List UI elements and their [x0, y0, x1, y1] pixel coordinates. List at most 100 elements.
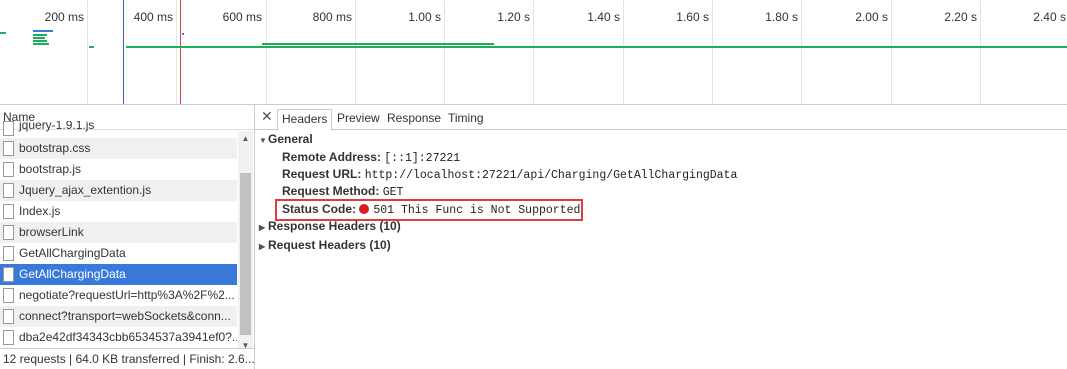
file-icon: [3, 162, 14, 177]
timeline-gridline: [623, 0, 624, 104]
red-dot-icon: [359, 204, 370, 214]
request-name: GetAllChargingData: [19, 246, 126, 260]
request-name: dba2e42df34343cbb6534537a3941ef0?...: [19, 330, 237, 344]
timeline-gridline: [533, 0, 534, 104]
header-value: http://localhost:27221/api/Charging/GetA…: [364, 169, 738, 182]
general-section-toggle[interactable]: ▼General: [259, 132, 313, 146]
file-icon: [3, 121, 14, 136]
timeline-tick: 200 ms: [44, 10, 84, 24]
timeline-gridline: [980, 0, 981, 104]
load-event-line: [180, 0, 181, 104]
timeline-tick: 600 ms: [222, 10, 262, 24]
timeline-tick: 1.60 s: [676, 10, 709, 24]
network-summary: 12 requests | 64.0 KB transferred | Fini…: [0, 348, 254, 369]
request-bar: [33, 34, 47, 36]
timeline-gridline: [355, 0, 356, 104]
timeline-tick: 1.00 s: [408, 10, 441, 24]
request-bar: [89, 46, 94, 48]
tab-response[interactable]: Response: [383, 109, 445, 129]
timeline-tick: 1.40 s: [587, 10, 620, 24]
tab-timing[interactable]: Timing: [444, 109, 488, 129]
network-timeline[interactable]: 200 ms 400 ms 600 ms 800 ms 1.00 s 1.20 …: [0, 0, 1067, 105]
request-name: Index.js: [19, 204, 61, 218]
request-row[interactable]: Jquery_ajax_extention.js: [0, 180, 237, 201]
header-value: GET: [382, 186, 404, 199]
file-icon: [3, 183, 14, 198]
request-bar: [0, 32, 6, 34]
request-row[interactable]: browserLink: [0, 222, 237, 243]
file-icon: [3, 225, 14, 240]
file-icon: [3, 288, 14, 303]
header-value: [::1]:27221: [384, 152, 461, 165]
response-headers-section-toggle[interactable]: ▶ Response Headers (10): [259, 219, 401, 233]
request-name: browserLink: [19, 225, 84, 239]
section-title: Request Headers (10): [268, 238, 391, 252]
timeline-tick: 2.00 s: [855, 10, 888, 24]
section-title: General: [268, 132, 313, 146]
header-key: Request URL:: [282, 167, 362, 181]
request-row-selected[interactable]: GetAllChargingData: [0, 264, 237, 285]
scroll-thumb[interactable]: [240, 173, 251, 335]
timeline-gridline: [87, 0, 88, 104]
header-key: Remote Address:: [282, 150, 381, 164]
triangle-right-icon: ▶: [259, 242, 266, 251]
timeline-gridline: [712, 0, 713, 104]
request-list-panel: Name jquery-1.9.1.js bootstrap.css boots…: [0, 105, 255, 369]
file-icon: [3, 246, 14, 261]
timeline-gridline: [891, 0, 892, 104]
request-headers-section-toggle[interactable]: ▶ Request Headers (10): [259, 238, 391, 252]
request-name: bootstrap.css: [19, 141, 91, 155]
request-bar: [126, 46, 1067, 48]
request-url-row: Request URL: http://localhost:27221/api/…: [282, 167, 737, 182]
request-row[interactable]: bootstrap.css: [0, 138, 237, 159]
header-value: 501 This Func is Not Supported: [373, 204, 581, 217]
request-name: bootstrap.js: [19, 162, 82, 176]
tab-headers[interactable]: Headers: [277, 109, 333, 131]
timeline-gridline: [444, 0, 445, 104]
remote-address-row: Remote Address: [::1]:27221: [282, 150, 460, 165]
timeline-tick: 2.40 s: [1033, 10, 1066, 24]
request-row[interactable]: jquery-1.9.1.js: [0, 121, 237, 137]
scroll-up-arrow-icon[interactable]: ▲: [238, 131, 253, 146]
request-name: connect?transport=webSockets&conn...: [19, 309, 231, 323]
request-list-scrollbar[interactable]: ▲ ▼: [238, 131, 253, 353]
timeline-gridline: [176, 0, 177, 104]
details-tab-bar: ✕ Headers Preview Response Timing: [255, 105, 1067, 131]
file-icon: [3, 141, 14, 156]
request-bar: [33, 37, 45, 39]
request-row[interactable]: GetAllChargingData: [0, 243, 237, 264]
dom-content-loaded-line: [123, 0, 124, 104]
timeline-tick: 400 ms: [133, 10, 173, 24]
header-key: Request Method:: [282, 184, 380, 198]
timeline-gridline: [801, 0, 802, 104]
request-row[interactable]: dba2e42df34343cbb6534537a3941ef0?...: [0, 327, 237, 348]
close-icon[interactable]: ✕: [261, 108, 273, 125]
request-bar: [182, 33, 184, 35]
file-icon: [3, 204, 14, 219]
request-row[interactable]: Index.js: [0, 201, 237, 222]
request-bar: [262, 43, 494, 45]
status-code-row: Status Code: 501 This Func is Not Suppor…: [282, 202, 580, 217]
header-key: Status Code:: [282, 202, 357, 216]
timeline-gridline: [266, 0, 267, 104]
triangle-right-icon: ▶: [259, 223, 266, 232]
request-name: negotiate?requestUrl=http%3A%2F%2...: [19, 288, 235, 302]
timeline-tick: 2.20 s: [944, 10, 977, 24]
request-row[interactable]: bootstrap.js: [0, 159, 237, 180]
triangle-down-icon: ▼: [259, 136, 267, 145]
request-bar: [33, 43, 49, 45]
request-name: jquery-1.9.1.js: [19, 121, 95, 132]
file-icon: [3, 309, 14, 324]
request-row[interactable]: negotiate?requestUrl=http%3A%2F%2...: [0, 285, 237, 306]
request-bar: [33, 40, 47, 42]
request-name: GetAllChargingData: [19, 267, 126, 281]
tab-preview[interactable]: Preview: [333, 109, 384, 129]
file-icon: [3, 267, 14, 282]
timeline-tick: 1.80 s: [765, 10, 798, 24]
request-details-panel: ✕ Headers Preview Response Timing ▼Gener…: [255, 105, 1067, 369]
timeline-tick: 800 ms: [312, 10, 352, 24]
file-icon: [3, 330, 14, 345]
timeline-tick: 1.20 s: [497, 10, 530, 24]
request-row[interactable]: connect?transport=webSockets&conn...: [0, 306, 237, 327]
request-bar: [33, 30, 53, 32]
